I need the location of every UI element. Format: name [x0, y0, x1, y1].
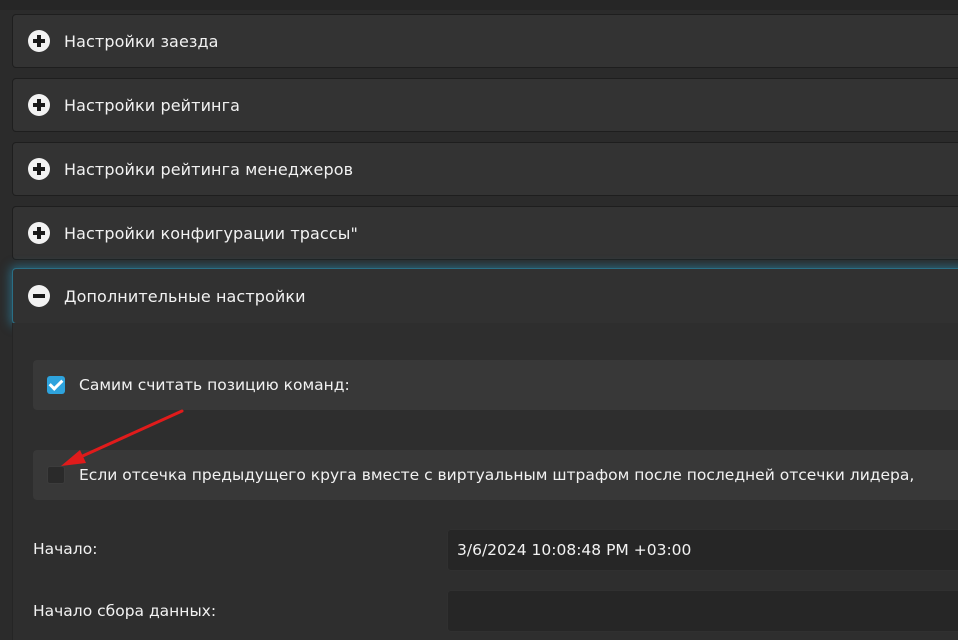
panel-title: Дополнительные настройки: [64, 286, 306, 306]
plus-circle-icon: [28, 94, 50, 116]
panel-title: Настройки рейтинга: [64, 95, 241, 115]
panel-title: Настройки конфигурации трассы": [64, 223, 358, 243]
start-input[interactable]: [447, 529, 958, 571]
data-collection-start-input[interactable]: [447, 590, 958, 632]
data-collection-start-label: Начало сбора данных:: [33, 602, 217, 620]
panel-title: Настройки рейтинга менеджеров: [64, 159, 354, 179]
plus-circle-icon: [28, 158, 50, 180]
minus-circle-icon: [28, 285, 50, 307]
option-label: Самим считать позицию команд:: [79, 376, 350, 394]
panel-additional-settings[interactable]: Дополнительные настройки: [12, 268, 958, 324]
panel-rating-settings[interactable]: Настройки рейтинга: [12, 78, 958, 132]
top-strip: [0, 0, 958, 10]
panel-track-config-settings[interactable]: Настройки конфигурации трассы": [12, 206, 958, 260]
option-prev-lap-cutoff[interactable]: Если отсечка предыдущего круга вместе с …: [33, 450, 958, 500]
panel-title: Настройки заезда: [64, 31, 219, 51]
option-label: Если отсечка предыдущего круга вместе с …: [79, 466, 915, 484]
panel-manager-rating-settings[interactable]: Настройки рейтинга менеджеров: [12, 142, 958, 196]
plus-circle-icon: [28, 222, 50, 244]
plus-circle-icon: [28, 30, 50, 52]
start-label: Начало:: [33, 540, 98, 558]
checkbox-checked-icon[interactable]: [47, 376, 65, 394]
settings-page: Настройки заезда Настройки рейтинга Наст…: [0, 0, 958, 640]
checkbox-unchecked-icon[interactable]: [47, 466, 65, 484]
panel-race-settings[interactable]: Настройки заезда: [12, 14, 958, 68]
option-count-team-positions[interactable]: Самим считать позицию команд:: [33, 360, 958, 410]
